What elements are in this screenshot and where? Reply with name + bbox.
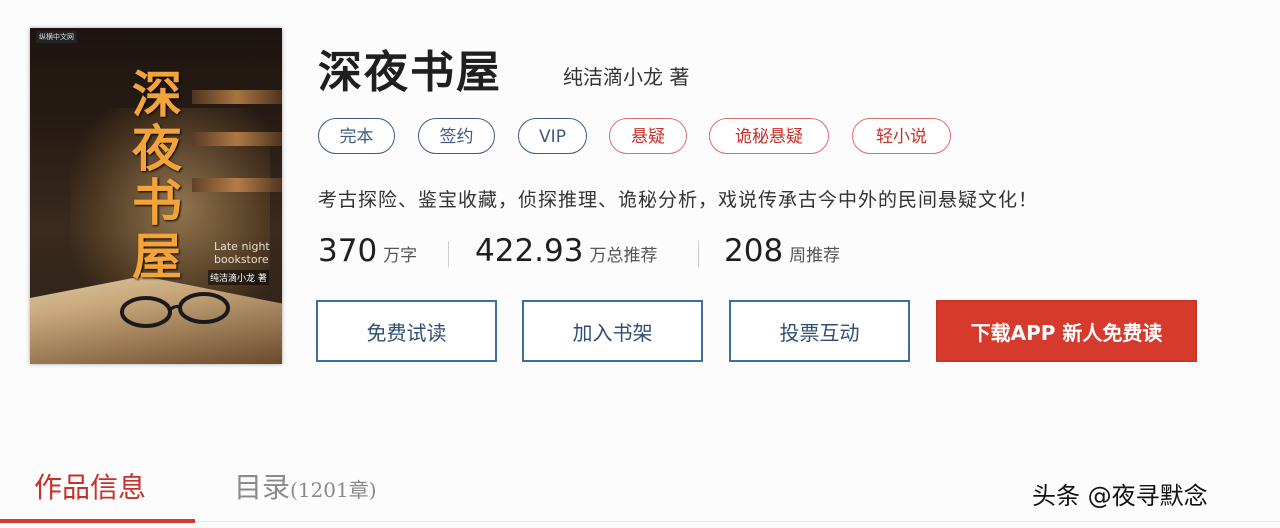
book-cover[interactable]: 纵横中文网 深夜书屋 Late night bookstore 纯洁滴小龙 著 — [30, 28, 282, 364]
tab-catalog-label: 目录 — [234, 471, 291, 504]
tag-suspense[interactable]: 悬疑 — [609, 118, 687, 154]
tag-light-novel[interactable]: 轻小说 — [852, 118, 951, 154]
cover-glasses — [120, 292, 230, 328]
stat-unit: 万总推荐 — [589, 246, 658, 266]
read-free-button[interactable]: 免费试读 — [316, 300, 497, 362]
book-title: 深夜书屋 — [318, 47, 502, 98]
cover-shelf — [192, 132, 282, 146]
stat-total-recommend: 422.93 万总推荐 — [475, 233, 657, 269]
book-description: 考古探险、鉴宝收藏，侦探推理、诡秘分析，戏说传承古今中外的民间悬疑文化！ — [318, 189, 1039, 211]
stat-divider — [698, 241, 699, 267]
download-app-button[interactable]: 下载APP 新人免费读 — [936, 300, 1197, 362]
tab-book-info[interactable]: 作品信息 — [34, 466, 146, 506]
cover-shelf — [192, 90, 282, 104]
cover-author: 纯洁滴小龙 著 — [208, 270, 269, 285]
stat-value: 208 — [724, 233, 784, 269]
cover-shelf — [192, 178, 282, 192]
active-tab-indicator — [0, 519, 195, 523]
stat-value: 370 — [318, 233, 378, 269]
stat-word-count: 370 万字 — [318, 233, 417, 269]
tag-finished[interactable]: 完本 — [318, 118, 395, 154]
tab-catalog-count: (1201章) — [290, 478, 377, 502]
tag-mystery-suspense[interactable]: 诡秘悬疑 — [709, 118, 829, 154]
cover-english-title: Late night bookstore — [214, 240, 270, 266]
cover-publisher: 纵横中文网 — [36, 31, 77, 43]
cover-title: 深夜书屋 — [124, 68, 183, 284]
tab-catalog[interactable]: 目录(1201章) — [234, 466, 377, 506]
add-to-shelf-button[interactable]: 加入书架 — [522, 300, 703, 362]
stat-weekly-recommend: 208 周推荐 — [724, 233, 840, 269]
tag-signed[interactable]: 签约 — [418, 118, 495, 154]
stat-value: 422.93 — [475, 233, 584, 269]
vote-button[interactable]: 投票互动 — [729, 300, 910, 362]
watermark: 头条 @夜寻默念 — [1032, 482, 1208, 510]
stat-unit: 周推荐 — [789, 246, 841, 266]
stat-divider — [448, 241, 449, 267]
stat-unit: 万字 — [383, 246, 418, 266]
tag-vip[interactable]: VIP — [518, 118, 587, 154]
book-author[interactable]: 纯洁滴小龙 著 — [563, 61, 689, 90]
